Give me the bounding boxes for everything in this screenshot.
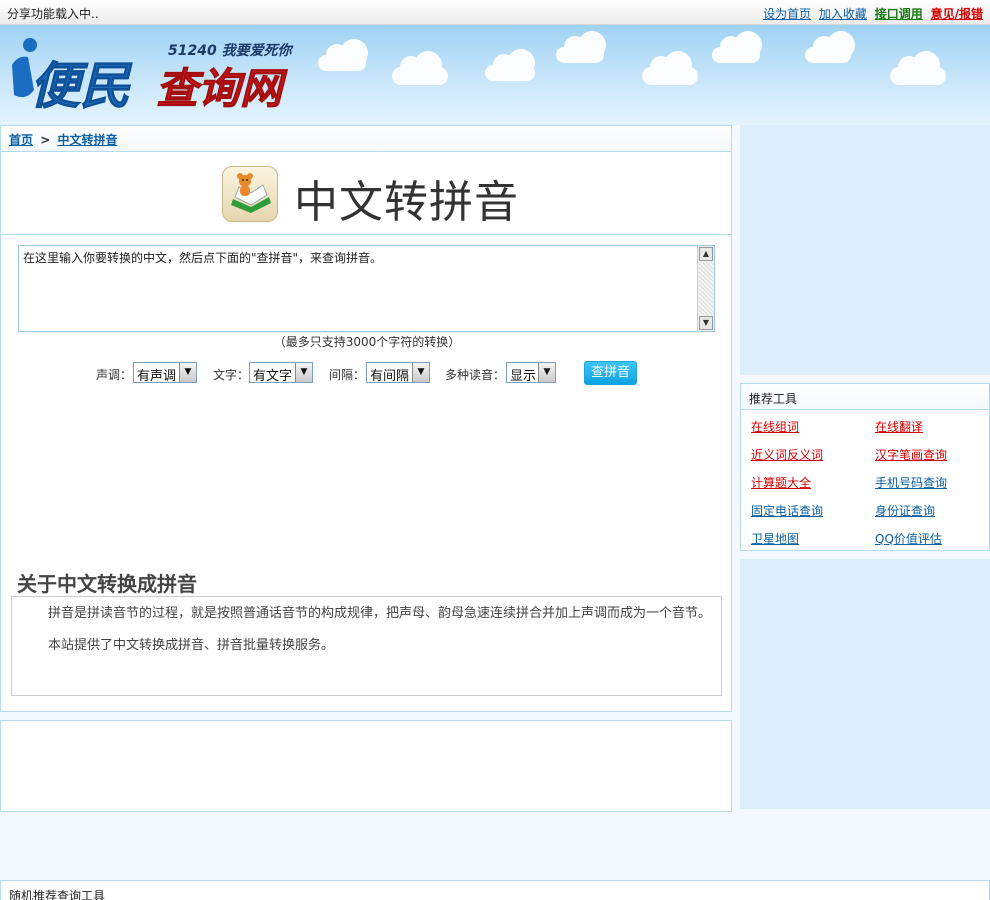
add-favorite-link[interactable]: 加入收藏 [819, 7, 867, 21]
main-panel: 首页 > 中文转拼音 中文转拼音 在这里输入你要转换的中文，然后点下面的"查拼音… [0, 125, 732, 712]
tool-link[interactable]: 固定电话查询 [751, 502, 823, 519]
tone-select[interactable]: 有声调 ▼ [133, 362, 197, 384]
tool-link[interactable]: 手机号码查询 [875, 474, 947, 491]
recommended-tools-heading: 推荐工具 [741, 384, 989, 410]
about-paragraph: 拼音是拼读音节的过程，就是按照普通话音节的构成规律，把声母、韵母急速连续拼合并加… [48, 606, 712, 621]
multi-reading-select-value: 显示 [510, 369, 537, 384]
text-select[interactable]: 有文字 ▼ [249, 362, 313, 384]
page-title: 中文转拼音 [294, 177, 519, 228]
recommended-tools-panel: 推荐工具 在线组词 在线翻译 近义词反义词 汉字笔画查询 计算题大全 手机号码查… [740, 383, 990, 551]
tool-link[interactable]: 近义词反义词 [751, 446, 823, 463]
multi-reading-select[interactable]: 显示 ▼ [506, 362, 556, 384]
about-heading: 关于中文转换成拼音 [17, 572, 197, 596]
breadcrumb-home-link[interactable]: 首页 [9, 133, 33, 147]
cloud-decoration [485, 49, 535, 81]
title-bar: 中文转拼音 [1, 152, 731, 235]
random-tools-heading: 随机推荐查询工具 [9, 889, 106, 900]
cloud-decoration [890, 51, 946, 85]
cloud-decoration [392, 51, 448, 85]
chevron-down-icon: ▼ [295, 363, 312, 382]
cloud-decoration [805, 31, 855, 63]
spacing-select-value: 有间隔 [370, 369, 410, 384]
multi-reading-label: 多种读音： [445, 368, 506, 382]
tool-link[interactable]: 计算题大全 [751, 474, 811, 491]
cloud-decoration [712, 31, 762, 63]
tool-link[interactable]: 卫星地图 [751, 530, 799, 547]
scroll-down-icon[interactable]: ▼ [699, 316, 713, 330]
tone-label: 声调： [96, 368, 133, 382]
tool-link[interactable]: 在线翻译 [875, 418, 923, 435]
breadcrumb-current-link[interactable]: 中文转拼音 [57, 133, 117, 147]
cloud-decoration [642, 51, 698, 85]
chinese-text-input[interactable]: 在这里输入你要转换的中文，然后点下面的"查拼音"，来查询拼音。 ▲ ▼ [18, 245, 715, 332]
about-box: 拼音是拼读音节的过程，就是按照普通话音节的构成规律，把声母、韵母急速连续拼合并加… [11, 596, 722, 696]
logo-text-1: 便民 [30, 57, 133, 110]
site-header: 51240 我要爱死你 便民 查询网 [0, 25, 990, 125]
sidebar-ad-slot [740, 125, 990, 375]
chevron-down-icon: ▼ [412, 363, 429, 382]
text-label: 文字： [213, 368, 250, 382]
tone-select-value: 有声调 [137, 369, 177, 384]
chinese-text-input-value: 在这里输入你要转换的中文，然后点下面的"查拼音"，来查询拼音。 [23, 251, 383, 265]
character-limit-hint: （最多只支持3000个字符的转换） [273, 335, 461, 349]
sidebar-ad-slot [740, 559, 990, 809]
share-status-text: 分享功能载入中.. [7, 7, 99, 21]
textarea-scrollbar[interactable]: ▲ ▼ [697, 246, 714, 331]
chevron-down-icon: ▼ [538, 363, 555, 382]
spacing-select[interactable]: 有间隔 ▼ [366, 362, 430, 384]
tool-link[interactable]: 在线组词 [751, 418, 799, 435]
chevron-down-icon: ▼ [179, 363, 196, 382]
api-link[interactable]: 接口调用 [875, 7, 923, 21]
tool-link[interactable]: 汉字笔画查询 [875, 446, 947, 463]
tool-link[interactable]: QQ价值评估 [875, 530, 942, 547]
feedback-link[interactable]: 意见/报错 [931, 7, 983, 21]
cloud-decoration [556, 31, 606, 63]
convert-button[interactable]: 查拼音 [584, 361, 637, 385]
top-links: 设为首页 加入收藏 接口调用 意见/报错 [759, 5, 983, 22]
cloud-decoration [318, 39, 368, 71]
site-logo[interactable]: 51240 我要爱死你 便民 查询网 [8, 35, 308, 116]
scroll-track[interactable] [699, 262, 713, 315]
breadcrumb: 首页 > 中文转拼音 [1, 126, 731, 152]
book-bear-icon [222, 166, 278, 222]
logo-text-2: 查询网 [156, 64, 288, 110]
about-paragraph: 本站提供了中文转换成拼音、拼音批量转换服务。 [48, 638, 335, 653]
breadcrumb-separator: > [40, 133, 51, 147]
logo-tagline: 51240 我要爱死你 [168, 42, 295, 59]
spacing-label: 间隔： [329, 368, 366, 382]
set-homepage-link[interactable]: 设为首页 [763, 7, 811, 21]
tool-link[interactable]: 身份证查询 [875, 502, 935, 519]
text-select-value: 有文字 [253, 369, 293, 384]
top-bar: 分享功能载入中.. 设为首页 加入收藏 接口调用 意见/报错 [0, 0, 990, 25]
random-tools-bar: 随机推荐查询工具 [0, 880, 990, 900]
scroll-up-icon[interactable]: ▲ [699, 247, 713, 261]
ad-panel [0, 720, 732, 812]
